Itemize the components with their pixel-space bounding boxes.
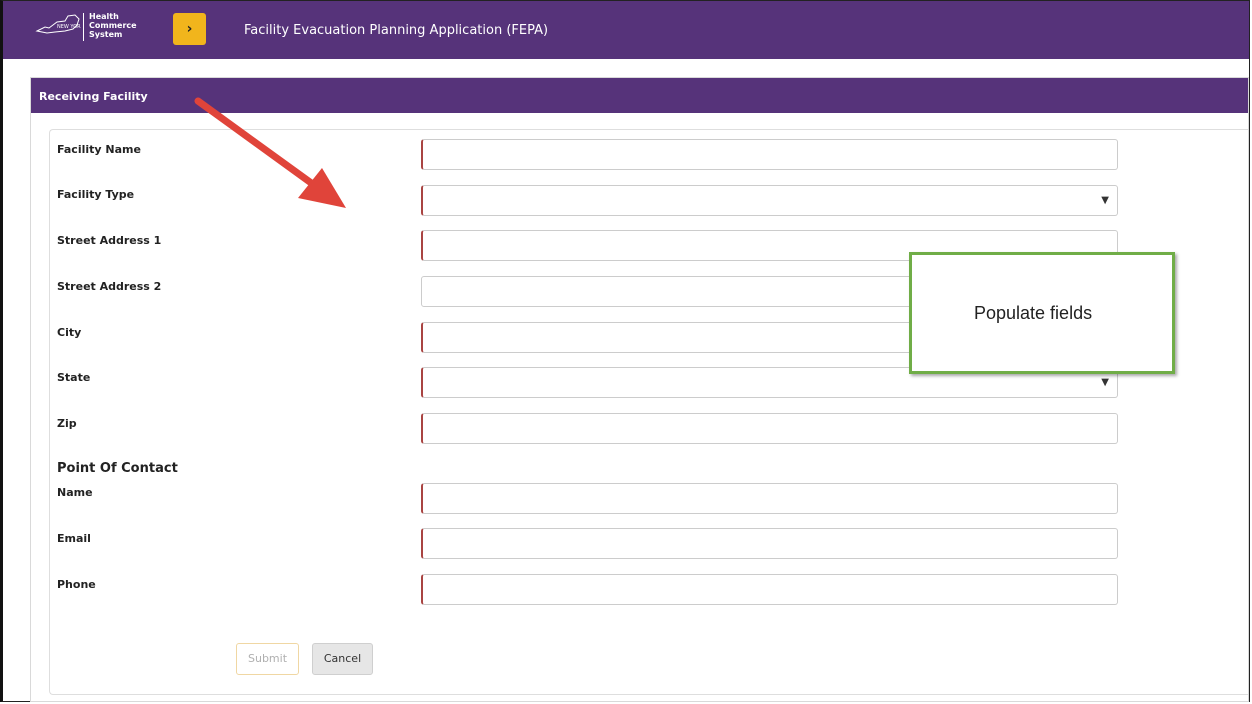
contact-phone-input[interactable] <box>421 574 1118 605</box>
contact-name-label: Name <box>57 486 93 499</box>
logo-line-system: System <box>89 30 123 39</box>
menu-toggle-button[interactable]: › <box>173 13 206 45</box>
state-label: State <box>57 371 91 384</box>
facility-name-input[interactable] <box>421 139 1118 170</box>
logo-line-health: Health <box>89 12 119 21</box>
contact-email-label: Email <box>57 532 91 545</box>
logo-text: Health Commerce System <box>89 12 137 39</box>
annotation-callout: Populate fields <box>909 252 1175 374</box>
contact-name-input[interactable] <box>421 483 1118 514</box>
svg-text:NEW YORK: NEW YORK <box>57 24 81 30</box>
facility-type-label: Facility Type <box>57 188 135 201</box>
contact-phone-label: Phone <box>57 578 96 591</box>
dropdown-arrow-icon: ▼ <box>1101 377 1109 388</box>
logo-line-commerce: Commerce <box>89 21 137 30</box>
cancel-button[interactable]: Cancel <box>312 643 373 675</box>
zip-label: Zip <box>57 417 77 430</box>
street-address-2-label: Street Address 2 <box>57 280 162 293</box>
nys-health-commerce-logo[interactable]: NEW YORK Health Commerce System <box>27 9 147 47</box>
panel-title: Receiving Facility <box>31 78 1248 113</box>
app-title: Facility Evacuation Planning Application… <box>244 23 549 38</box>
contact-email-input[interactable] <box>421 528 1118 559</box>
dropdown-arrow-icon: ▼ <box>1101 195 1109 206</box>
point-of-contact-heading: Point Of Contact <box>57 461 178 476</box>
submit-button[interactable]: Submit <box>236 643 299 675</box>
facility-type-select[interactable]: ▼ <box>421 185 1118 216</box>
city-label: City <box>57 326 82 339</box>
logo-divider <box>83 13 84 41</box>
street-address-1-label: Street Address 1 <box>57 234 162 247</box>
zip-input[interactable] <box>421 413 1118 444</box>
facility-name-label: Facility Name <box>57 143 141 156</box>
callout-text: Populate fields <box>974 303 1093 323</box>
new-york-state-icon: NEW YORK <box>35 14 81 34</box>
chevron-right-icon: › <box>186 21 193 37</box>
top-bar: NEW YORK Health Commerce System › Facili… <box>3 1 1249 59</box>
